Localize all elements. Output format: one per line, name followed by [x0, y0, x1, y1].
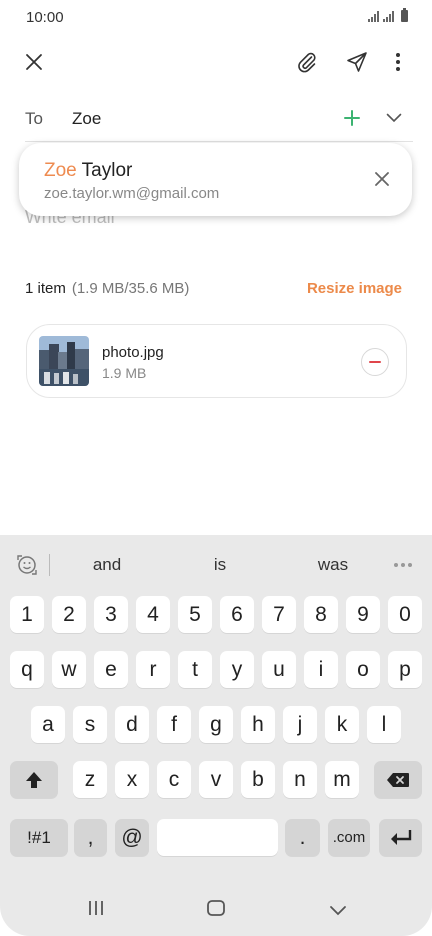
hide-keyboard-icon[interactable] — [329, 904, 347, 922]
space-key[interactable] — [157, 819, 278, 856]
to-divider — [25, 141, 413, 142]
key-a[interactable]: a — [31, 706, 65, 743]
enter-icon — [390, 830, 411, 845]
suggestion-name-rest: Taylor — [76, 160, 133, 181]
keyboard: and is was 1 2 3 4 5 6 7 8 9 0 q w e r t… — [0, 535, 432, 936]
to-input[interactable]: Zoe — [72, 109, 101, 129]
attachment-summary: 1 item (1.9 MB/35.6 MB) — [25, 280, 189, 297]
to-label: To — [25, 109, 43, 128]
key-m[interactable]: m — [325, 761, 359, 798]
suggestion-email: zoe.taylor.wm@gmail.com — [44, 185, 220, 202]
shift-icon — [26, 772, 42, 788]
key-n[interactable]: n — [283, 761, 317, 798]
emoji-sync-icon[interactable] — [9, 547, 45, 583]
key-1[interactable]: 1 — [10, 596, 44, 633]
key-t[interactable]: t — [178, 651, 212, 688]
battery-icon — [401, 8, 408, 22]
resize-image-button[interactable]: Resize image — [307, 280, 402, 297]
key-0[interactable]: 0 — [388, 596, 422, 633]
key-y[interactable]: y — [220, 651, 254, 688]
suggestion-divider — [49, 554, 50, 576]
key-b[interactable]: b — [241, 761, 275, 798]
more-vertical-icon[interactable] — [380, 44, 416, 80]
shift-key[interactable] — [10, 761, 58, 798]
more-options-icon[interactable] — [394, 563, 412, 567]
status-bar: 10:00 — [0, 0, 432, 34]
contact-suggestion[interactable]: Zoe Taylor zoe.taylor.wm@gmail.com — [19, 143, 412, 216]
send-icon[interactable] — [339, 44, 375, 80]
enter-key[interactable] — [379, 819, 422, 856]
suggestion-name: Zoe Taylor — [44, 160, 132, 182]
symbols-key[interactable]: !#1 — [10, 819, 68, 856]
key-6[interactable]: 6 — [220, 596, 254, 633]
dismiss-suggestion-icon[interactable] — [370, 167, 394, 191]
dotcom-key[interactable]: .com — [328, 819, 370, 856]
backspace-icon — [387, 773, 409, 787]
suggestion-name-match: Zoe — [44, 160, 77, 181]
key-4[interactable]: 4 — [136, 596, 170, 633]
remove-attachment-icon[interactable] — [361, 348, 389, 376]
key-s[interactable]: s — [73, 706, 107, 743]
key-j[interactable]: j — [283, 706, 317, 743]
signal-icon — [383, 10, 394, 22]
key-l[interactable]: l — [367, 706, 401, 743]
attachment-file-size: 1.9 MB — [102, 365, 147, 381]
key-z[interactable]: z — [73, 761, 107, 798]
attachment-file-name: photo.jpg — [102, 344, 164, 361]
key-u[interactable]: u — [262, 651, 296, 688]
paperclip-icon[interactable] — [289, 44, 325, 80]
key-3[interactable]: 3 — [94, 596, 128, 633]
attachment-total-size: (1.9 MB/35.6 MB) — [71, 280, 190, 297]
signal-icon — [368, 10, 379, 22]
comma-key[interactable]: , — [74, 819, 107, 856]
key-k[interactable]: k — [325, 706, 359, 743]
close-icon[interactable] — [16, 44, 52, 80]
compose-toolbar — [0, 40, 432, 86]
key-q[interactable]: q — [10, 651, 44, 688]
key-9[interactable]: 9 — [346, 596, 380, 633]
key-g[interactable]: g — [199, 706, 233, 743]
key-c[interactable]: c — [157, 761, 191, 798]
chevron-down-icon[interactable] — [376, 100, 412, 136]
keyboard-suggestion-bar: and is was — [0, 535, 432, 593]
key-e[interactable]: e — [94, 651, 128, 688]
key-i[interactable]: i — [304, 651, 338, 688]
key-o[interactable]: o — [346, 651, 380, 688]
key-5[interactable]: 5 — [178, 596, 212, 633]
key-d[interactable]: d — [115, 706, 149, 743]
word-suggestion[interactable]: and — [93, 555, 121, 575]
period-key[interactable]: . — [285, 819, 320, 856]
key-p[interactable]: p — [388, 651, 422, 688]
key-f[interactable]: f — [157, 706, 191, 743]
key-x[interactable]: x — [115, 761, 149, 798]
key-w[interactable]: w — [52, 651, 86, 688]
photo-thumbnail — [39, 336, 89, 386]
home-icon[interactable] — [207, 900, 225, 921]
key-r[interactable]: r — [136, 651, 170, 688]
key-v[interactable]: v — [199, 761, 233, 798]
recent-apps-icon[interactable] — [87, 900, 105, 921]
at-key[interactable]: @ — [115, 819, 149, 856]
system-nav-bar — [0, 880, 432, 936]
status-icons — [368, 8, 408, 22]
key-7[interactable]: 7 — [262, 596, 296, 633]
backspace-key[interactable] — [374, 761, 422, 798]
status-time: 10:00 — [26, 9, 64, 26]
key-8[interactable]: 8 — [304, 596, 338, 633]
to-row: To Zoe — [0, 100, 432, 136]
plus-icon[interactable] — [334, 100, 370, 136]
word-suggestion[interactable]: was — [318, 555, 348, 575]
key-2[interactable]: 2 — [52, 596, 86, 633]
key-h[interactable]: h — [241, 706, 275, 743]
attachment-count: 1 item — [25, 280, 66, 297]
word-suggestion[interactable]: is — [214, 555, 226, 575]
attachment-item[interactable]: photo.jpg 1.9 MB — [26, 324, 407, 398]
